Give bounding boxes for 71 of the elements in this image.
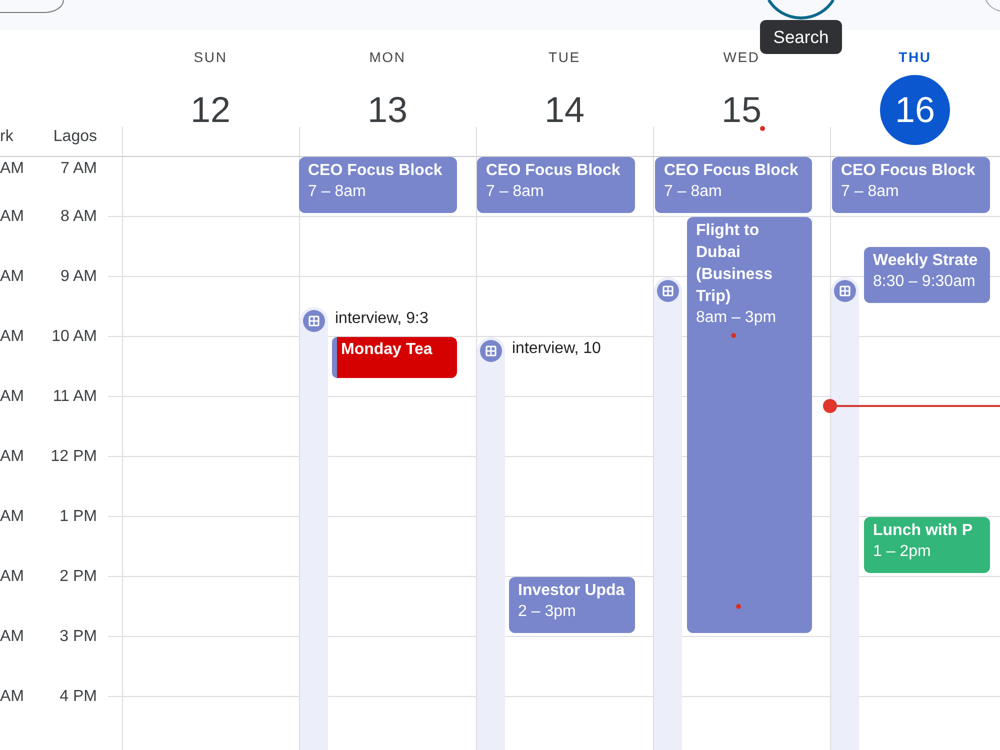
time-label: 2 PM <box>60 568 97 586</box>
event-title: Flight to Dubai (Business Trip) <box>696 221 774 307</box>
event-chip[interactable]: Monday Tea <box>337 337 457 378</box>
time-label: AM <box>0 628 24 646</box>
day-date[interactable]: 15 <box>706 75 776 145</box>
event-chip[interactable]: CEO Focus Block 7 – 8am <box>832 157 990 213</box>
event-time: 7 – 8am <box>308 182 366 202</box>
time-label: AM <box>0 160 24 178</box>
time-label: AM <box>0 328 24 346</box>
time-label: 8 AM <box>60 208 97 226</box>
event-chip[interactable]: CEO Focus Block 7 – 8am <box>655 157 812 213</box>
event-chip[interactable]: CEO Focus Block 7 – 8am <box>299 157 457 213</box>
time-label: 11 AM <box>52 388 97 406</box>
time-label: AM <box>0 388 24 406</box>
event-title: Lunch with P <box>873 521 973 541</box>
grid-icon[interactable] <box>303 310 325 332</box>
day-name: SUN <box>194 49 228 65</box>
time-label: 9 AM <box>60 268 97 286</box>
event-title: Investor Upda <box>518 581 625 601</box>
marker-dot-icon <box>731 333 736 338</box>
event-title: Weekly Strate <box>873 251 978 271</box>
time-label: AM <box>0 448 24 466</box>
day-name: TUE <box>548 49 580 65</box>
timezone-label: Lagos <box>53 128 97 146</box>
search-button[interactable] <box>766 0 836 20</box>
time-label: AM <box>0 208 24 226</box>
time-label: 7 AM <box>60 160 97 178</box>
event-title: Monday Tea <box>341 340 432 360</box>
day-name: THU <box>898 49 932 65</box>
time-label: AM <box>0 568 24 586</box>
event-time: 7 – 8am <box>664 182 722 202</box>
day-name: WED <box>723 49 760 65</box>
appointment-label[interactable]: interview, 10 <box>512 340 601 358</box>
day-date[interactable]: 12 <box>176 75 246 145</box>
grid-icon[interactable] <box>657 280 679 302</box>
event-time: 8:30 – 9:30am <box>873 272 976 292</box>
time-label: 10 AM <box>52 328 97 346</box>
circular-button[interactable] <box>985 0 1000 12</box>
appointment-label[interactable]: interview, 9:3 <box>335 310 428 328</box>
event-title: CEO Focus Block <box>664 161 798 181</box>
time-label: AM <box>0 508 24 526</box>
timezone-label: rk <box>0 128 14 146</box>
day-date[interactable]: 13 <box>352 75 422 145</box>
time-label: 4 PM <box>60 688 97 706</box>
event-title: CEO Focus Block <box>486 161 620 181</box>
day-date[interactable]: 14 <box>530 75 600 145</box>
event-chip[interactable]: CEO Focus Block 7 – 8am <box>477 157 635 213</box>
time-label: 12 PM <box>50 448 97 466</box>
event-time: 1 – 2pm <box>873 542 931 562</box>
day-name: MON <box>369 49 406 65</box>
grid-icon[interactable] <box>834 280 856 302</box>
time-label: 1 PM <box>60 508 97 526</box>
grid-icon[interactable] <box>480 340 502 362</box>
event-title: CEO Focus Block <box>841 161 976 181</box>
event-chip[interactable]: Weekly Strate 8:30 – 9:30am <box>864 247 990 303</box>
event-title: CEO Focus Block <box>308 161 442 181</box>
event-time: 7 – 8am <box>486 182 544 202</box>
event-time: 2 – 3pm <box>518 602 576 622</box>
marker-dot-icon <box>760 126 765 131</box>
event-chip[interactable]: Investor Upda 2 – 3pm <box>509 577 635 633</box>
event-time: 7 – 8am <box>841 182 899 202</box>
overlapped-event-edge[interactable] <box>332 337 337 378</box>
event-time: 8am – 3pm <box>696 308 776 328</box>
event-chip[interactable]: Flight to Dubai (Business Trip) 8am – 3pm <box>687 217 812 633</box>
time-label: AM <box>0 268 24 286</box>
tooltip: Search <box>760 20 842 54</box>
day-date[interactable]: 16 <box>880 75 950 145</box>
time-label: 3 PM <box>60 628 97 646</box>
time-label: AM <box>0 688 24 706</box>
outlined-button[interactable] <box>0 0 66 14</box>
marker-dot-icon <box>736 604 741 609</box>
